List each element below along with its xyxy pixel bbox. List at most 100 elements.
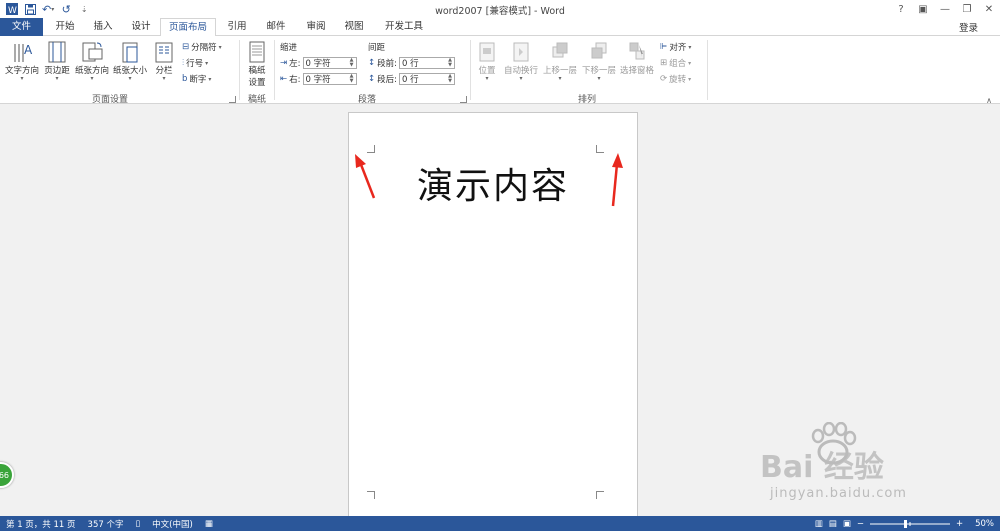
breaks-icon: ⊟ (182, 42, 190, 52)
window-title: word2007 [兼容模式] - Word (435, 6, 565, 17)
rotate-label: 旋转 (669, 75, 687, 85)
group-label: 组合 (669, 59, 687, 69)
group-button[interactable]: ⊞ 组合 ▾ (660, 57, 691, 69)
line-numbers-icon: ⫶ (182, 58, 185, 68)
text-direction-button[interactable]: A 文字方向 ▾ (3, 40, 41, 82)
columns-icon (155, 42, 173, 63)
text-direction-icon: A (14, 43, 33, 62)
hyphenation-button[interactable]: b 断字 ▾ (182, 73, 211, 85)
align-button[interactable]: ⊫ 对齐 ▾ (660, 41, 691, 53)
rotate-button[interactable]: ⟳ 旋转 ▾ (660, 73, 691, 85)
paragraph-launcher[interactable] (460, 96, 467, 103)
spacing-before-input[interactable]: 0 行 ▲ ▼ (399, 57, 455, 69)
word-count[interactable]: 357 个字 (82, 518, 130, 530)
red-arrow-right (611, 153, 623, 207)
zoom-out-button[interactable]: − (857, 519, 864, 529)
spacing-after-icon: ↕ (368, 74, 376, 84)
document-content[interactable]: 演示内容 (349, 157, 637, 209)
selection-pane-button[interactable]: 选择窗格 (619, 40, 655, 76)
separator (274, 40, 275, 100)
help-icon[interactable]: ? (890, 0, 912, 18)
spacing-after-input[interactable]: 0 行 ▲ ▼ (399, 73, 455, 85)
selection-pane-icon (629, 42, 645, 60)
indent-right-row: ⇤ 右: 0 字符 ▲ ▼ (280, 73, 357, 85)
manuscript-label-2: 设置 (248, 78, 266, 88)
macro-icon[interactable]: ▦ (199, 519, 219, 529)
manuscript-label-1: 稿纸 (248, 66, 266, 76)
indent-left-label: 左: (289, 59, 301, 69)
indent-right-input[interactable]: 0 字符 ▲ ▼ (302, 73, 357, 85)
zoom-in-button[interactable]: + (956, 519, 963, 529)
zoom-level[interactable]: 50% (975, 519, 994, 529)
tab-home[interactable]: 开始 (47, 18, 83, 36)
send-backward-icon (591, 42, 607, 59)
line-numbers-button[interactable]: ⫶ 行号 ▾ (182, 57, 208, 69)
tab-references[interactable]: 引用 (220, 18, 254, 36)
zoom-slider[interactable] (869, 519, 950, 529)
bring-forward-icon (552, 42, 568, 58)
word-window: W ↶ ▾ ↺ ⇣ word2007 [兼容模式] - Word ? ▣ — ❐ … (0, 0, 1000, 531)
tab-developer[interactable]: 开发工具 (376, 18, 432, 36)
position-icon (479, 42, 495, 62)
tab-insert[interactable]: 插入 (85, 18, 121, 36)
window-controls: ? ▣ — ❐ ✕ (890, 0, 1000, 18)
page-count[interactable]: 第 1 页，共 11 页 (0, 518, 82, 530)
indent-left-icon: ⇥ (280, 58, 288, 68)
web-layout-icon[interactable]: ▣ (843, 519, 851, 529)
manuscript-settings-button[interactable]: 稿纸 设置 (243, 40, 271, 88)
align-label: 对齐 (669, 43, 687, 53)
manuscript-icon (249, 41, 265, 63)
bring-forward-button[interactable]: 上移一层 ▾ (541, 40, 579, 82)
selection-pane-label: 选择窗格 (619, 66, 654, 76)
margins-button[interactable]: 页边距 ▾ (41, 40, 73, 82)
indent-left-row: ⇥ 左: 0 字符 ▲ ▼ (280, 57, 357, 69)
red-arrow-left (355, 154, 376, 199)
page-setup-launcher[interactable] (229, 96, 236, 103)
wrap-text-icon (513, 42, 529, 62)
orientation-icon (82, 42, 103, 62)
close-icon[interactable]: ✕ (978, 0, 1000, 18)
orientation-button[interactable]: 纸张方向 ▾ (73, 40, 111, 82)
spacing-before-label: 段前: (377, 59, 397, 69)
columns-button[interactable]: 分栏 ▾ (151, 40, 177, 82)
title-bar: W ↶ ▾ ↺ ⇣ word2007 [兼容模式] - Word ? ▣ — ❐ … (0, 0, 1000, 18)
separator (239, 40, 240, 100)
read-mode-icon[interactable]: ▥ (815, 519, 823, 529)
tab-mailings[interactable]: 邮件 (258, 18, 294, 36)
tab-review[interactable]: 审阅 (298, 18, 334, 36)
tab-page-layout[interactable]: 页面布局 (160, 18, 216, 37)
ribbon: A 文字方向 ▾ 页边距 ▾ 纸张方向 ▾ 纸张大小 ▾ 分栏 ▾ ⊟ 分隔符 … (0, 36, 1000, 105)
size-button[interactable]: 纸张大小 ▾ (111, 40, 149, 82)
margin-corner-bottom-right (596, 491, 604, 499)
restore-icon[interactable]: ❐ (956, 0, 978, 18)
watermark-text: Bai 经验 (760, 450, 884, 485)
breaks-button[interactable]: ⊟ 分隔符 ▾ (182, 41, 222, 53)
tab-view[interactable]: 视图 (336, 18, 372, 36)
hyphenation-label: 断字 (189, 75, 207, 85)
position-button[interactable]: 位置 ▾ (474, 40, 500, 82)
separator (470, 40, 471, 100)
margin-corner-top-right (596, 145, 604, 153)
tab-design[interactable]: 设计 (123, 18, 159, 36)
proofing-icon[interactable]: ▯ (129, 519, 146, 529)
margin-corner-bottom-left (367, 491, 375, 499)
send-backward-button[interactable]: 下移一层 ▾ (580, 40, 618, 82)
document-page[interactable]: 演示内容 (348, 112, 638, 531)
login-link[interactable]: 登录 (959, 20, 978, 34)
size-icon (122, 42, 138, 63)
status-right: ▥ ▤ ▣ − + 50% (815, 516, 994, 531)
minimize-icon[interactable]: — (934, 0, 956, 18)
group-icon: ⊞ (660, 58, 668, 68)
indent-title: 缩进 (280, 43, 298, 53)
ribbon-tabs: 文件 开始 插入 设计 页面布局 引用 邮件 审阅 视图 开发工具 登录 (0, 18, 1000, 37)
breaks-label: 分隔符 (191, 43, 217, 53)
tab-file[interactable]: 文件 (0, 18, 43, 36)
status-bar: 第 1 页，共 11 页 357 个字 ▯ 中文(中国) ▦ ▥ ▤ ▣ − +… (0, 516, 1000, 531)
svg-text:A: A (24, 43, 33, 57)
ribbon-display-icon[interactable]: ▣ (912, 0, 934, 18)
wrap-text-button[interactable]: 自动换行 ▾ (502, 40, 540, 82)
indent-left-input[interactable]: 0 字符 ▲ ▼ (302, 57, 357, 69)
language-status[interactable]: 中文(中国) (146, 518, 199, 530)
print-layout-icon[interactable]: ▤ (829, 519, 837, 529)
align-icon: ⊫ (660, 42, 668, 52)
